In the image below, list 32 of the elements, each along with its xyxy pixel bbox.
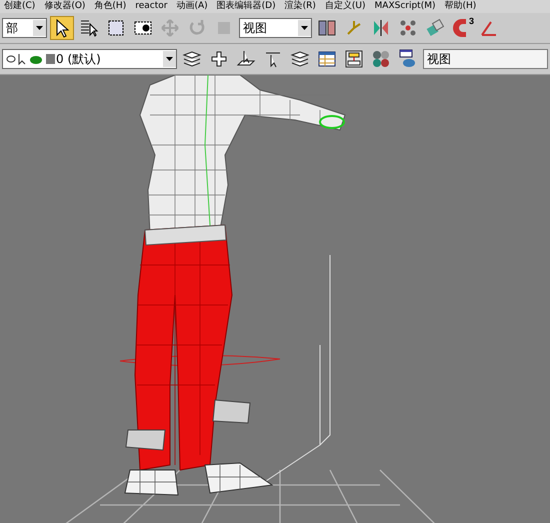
create-icon <box>209 49 229 69</box>
reference-coordinate-dropdown[interactable]: 视图 <box>239 18 312 38</box>
mirror-icon <box>371 18 391 38</box>
menu-item[interactable]: 创建(C) <box>4 0 36 13</box>
menu-item[interactable]: 帮助(H) <box>444 0 476 13</box>
menu-item[interactable]: 图表编辑器(D) <box>216 0 276 13</box>
menu-item[interactable]: 自定义(U) <box>324 0 366 13</box>
menu-item[interactable]: reactor <box>135 0 168 13</box>
layers-icon <box>182 49 202 69</box>
schematic-icon <box>344 49 364 69</box>
caret-icon <box>33 20 46 36</box>
render-view-field[interactable]: 视图 <box>423 49 548 69</box>
layer-stack-icon <box>290 49 310 69</box>
materials-icon <box>371 49 391 69</box>
align-icon <box>425 18 445 38</box>
menu-item[interactable]: 修改器(O) <box>44 0 86 13</box>
array-icon <box>398 18 418 38</box>
snap-tool-button[interactable]: 3 <box>450 16 474 40</box>
selection-filter-dropdown[interactable]: 部 <box>2 18 47 38</box>
caret-icon <box>163 51 176 67</box>
menu-item[interactable]: MAXScript(M) <box>374 0 436 13</box>
layer-state-icon <box>6 52 56 66</box>
caret-icon <box>298 20 311 36</box>
select-by-name-icon <box>79 18 99 38</box>
region-icon <box>106 18 126 38</box>
select-tool-button[interactable] <box>50 16 74 40</box>
menu-item[interactable]: 渲染(R) <box>284 0 316 13</box>
layer-dropdown[interactable]: 0 (默认) <box>2 49 177 69</box>
move-icon <box>160 18 180 38</box>
table-icon <box>317 49 337 69</box>
menu-item[interactable]: 角色(H) <box>94 0 126 13</box>
menu-item[interactable]: 动画(A) <box>176 0 208 13</box>
